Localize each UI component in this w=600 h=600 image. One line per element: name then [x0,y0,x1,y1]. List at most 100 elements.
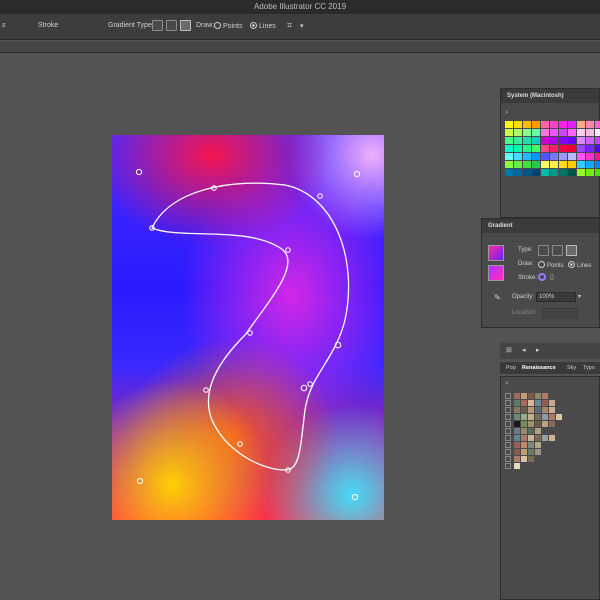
swatch[interactable] [521,428,527,434]
swatch[interactable] [532,161,540,168]
gradient-lines-option[interactable]: Lines [568,261,591,269]
swatch[interactable] [523,137,531,144]
swatch[interactable] [542,421,548,427]
gradient-point[interactable] [351,493,359,501]
swatch[interactable] [542,435,548,441]
fill-stroke-swatch[interactable] [488,265,504,281]
swatch[interactable] [521,449,527,455]
swatch[interactable] [542,414,548,420]
swatch[interactable] [514,407,520,413]
swatch[interactable] [568,153,576,160]
tab-pop[interactable]: Pop [506,365,516,371]
swatch[interactable] [577,145,585,152]
swatch[interactable] [514,463,520,469]
swatch[interactable] [521,393,527,399]
tab-sky[interactable]: Sky [567,365,576,371]
swatch[interactable] [514,393,520,399]
swatch[interactable] [532,145,540,152]
swatch[interactable] [505,121,513,128]
swatch[interactable] [577,169,585,176]
swatch[interactable] [521,442,527,448]
gradient-point[interactable] [136,477,144,485]
swatch[interactable] [541,129,549,136]
swatch[interactable] [528,393,534,399]
swatch[interactable] [595,137,600,144]
swatch[interactable] [532,129,540,136]
swatch[interactable] [521,435,527,441]
tab-typo[interactable]: Typo [583,365,595,371]
swatch[interactable] [535,449,541,455]
radial-type-button[interactable] [552,245,563,256]
swatch[interactable] [505,169,513,176]
anchor-point[interactable] [247,330,253,336]
swatch[interactable] [586,121,594,128]
swatch[interactable] [586,129,594,136]
anchor-point[interactable] [285,247,291,253]
swatch[interactable] [523,169,531,176]
swatch[interactable] [559,153,567,160]
swatch[interactable] [577,161,585,168]
swatch[interactable] [549,407,555,413]
swatch[interactable] [550,121,558,128]
swatch[interactable] [595,129,600,136]
swatch[interactable] [514,169,522,176]
swatch[interactable] [514,153,522,160]
swatch[interactable] [535,393,541,399]
swatch[interactable] [568,169,576,176]
swatch[interactable] [523,145,531,152]
swatch[interactable] [577,137,585,144]
swatch[interactable] [528,442,534,448]
swatch[interactable] [586,145,594,152]
swatch[interactable] [577,153,585,160]
library-menu-icon[interactable]: ⊞ [506,346,512,354]
swatch[interactable] [528,421,534,427]
swatch[interactable] [595,153,600,160]
next-arrow-icon[interactable]: ▸ [536,346,540,354]
swatch[interactable] [541,153,549,160]
swatch[interactable] [541,145,549,152]
swatch[interactable] [559,145,567,152]
swatch[interactable] [586,137,594,144]
swatch[interactable] [550,145,558,152]
swatch[interactable] [521,407,527,413]
swatch[interactable] [514,414,520,420]
swatch[interactable] [549,435,555,441]
swatch[interactable] [595,161,600,168]
swatch-group-row[interactable] [505,407,562,413]
swatch[interactable] [514,145,522,152]
swatch[interactable] [514,449,520,455]
swatch[interactable] [556,414,562,420]
swatch[interactable] [535,400,541,406]
color-stop-icon[interactable] [538,273,546,281]
swatch[interactable] [521,456,527,462]
swatch[interactable] [505,161,513,168]
chevron-down-icon[interactable]: ▾ [578,293,581,300]
swatch[interactable] [577,121,585,128]
swatch-group-row[interactable] [505,421,562,427]
anchor-point[interactable] [203,387,209,393]
swatch[interactable] [532,169,540,176]
swatch[interactable] [514,435,520,441]
swatch[interactable] [514,121,522,128]
swatch[interactable] [541,137,549,144]
swatch-group-row[interactable] [505,435,562,441]
swatch[interactable] [532,153,540,160]
swatch[interactable] [542,393,548,399]
swatch[interactable] [505,153,513,160]
search-icon[interactable]: ⌕ [505,109,509,117]
gradient-point[interactable] [135,168,143,176]
gradient-point[interactable] [300,384,308,392]
swatch[interactable] [568,121,576,128]
path-outline[interactable] [151,182,350,471]
swatch[interactable] [559,169,567,176]
swatch[interactable] [550,161,558,168]
swatch[interactable] [523,153,531,160]
swatch[interactable] [528,407,534,413]
swatch[interactable] [528,456,534,462]
prev-arrow-icon[interactable]: ◂ [522,346,526,354]
swatch[interactable] [514,400,520,406]
swatch[interactable] [532,137,540,144]
location-field[interactable] [542,308,578,318]
swatch[interactable] [532,121,540,128]
opacity-field[interactable]: 100% [536,292,576,302]
